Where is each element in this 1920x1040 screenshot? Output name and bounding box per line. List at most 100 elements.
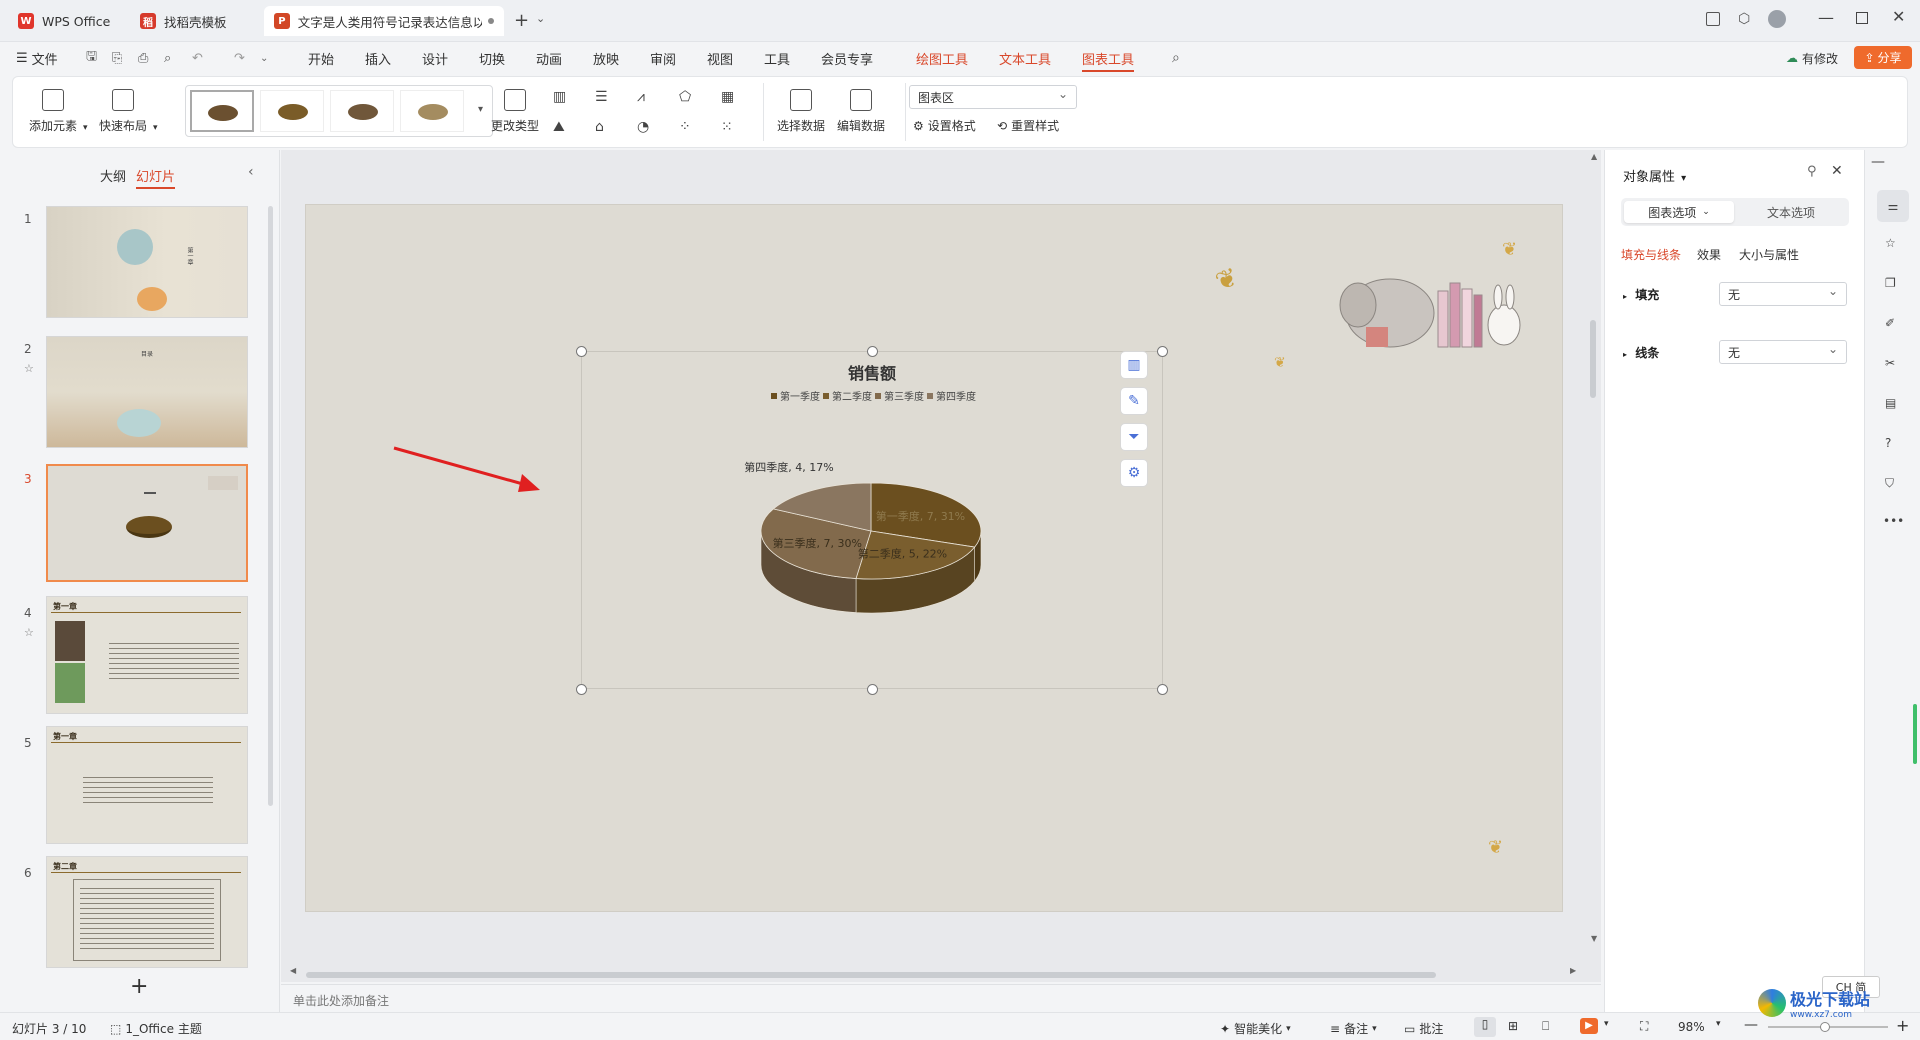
play-options-chevron-icon[interactable]: ▾ (1604, 1019, 1609, 1029)
undo-icon[interactable]: ↶ (192, 42, 203, 74)
minimize-icon[interactable]: — (1818, 8, 1834, 27)
menu-drawing-tools[interactable]: 绘图工具 (916, 42, 968, 74)
menu-chart-tools[interactable]: 图表工具 (1082, 42, 1135, 74)
cube-icon[interactable]: ⬡ (1738, 11, 1750, 27)
layout-icon[interactable] (1706, 12, 1720, 26)
quick-layout-button[interactable]: 快速布局 (99, 85, 147, 134)
zoom-slider-thumb[interactable] (1820, 1022, 1830, 1032)
vertical-scrollbar[interactable] (1590, 320, 1596, 398)
tab-document[interactable]: P 文字是人类用符号记录表达信息以 (264, 6, 504, 36)
close-pane-icon[interactable]: ✕ (1831, 163, 1843, 179)
data-label[interactable]: 第四季度, 4, 17% (744, 460, 833, 474)
set-format-button[interactable]: ⚙ 设置格式 (913, 117, 976, 134)
tab-chart-options[interactable]: 图表选项 ⌄ (1624, 201, 1734, 223)
more-icon[interactable]: ••• (1883, 514, 1904, 528)
data-label[interactable]: 第一季度, 7, 31% (876, 509, 965, 523)
select-data-button[interactable]: 选择数据 (777, 85, 825, 134)
bubble-chart-icon[interactable]: ⁙ (721, 119, 739, 135)
play-slideshow-icon[interactable]: ▶ (1580, 1018, 1598, 1034)
stock-chart-icon[interactable]: ⌂ (595, 119, 613, 135)
menu-member[interactable]: 会员专享 (821, 42, 873, 74)
redo-icon[interactable]: ↷ (234, 42, 245, 74)
slide-thumb-5[interactable]: 第一章 (46, 726, 248, 844)
tab-slides[interactable]: 幻灯片 (136, 166, 176, 189)
menu-animation[interactable]: 动画 (536, 42, 562, 74)
menu-home[interactable]: 开始 (308, 42, 334, 74)
save-icon[interactable]: 🖫 (86, 42, 97, 74)
legend-entry[interactable]: 第二季度 (832, 390, 872, 403)
scroll-down-icon[interactable]: ▼ (1591, 934, 1597, 943)
notes-pane[interactable]: 单击此处添加备注 (281, 984, 1601, 1012)
slide-thumb-1[interactable]: 第一章 (46, 206, 248, 318)
print-preview-icon[interactable]: ⌕ (164, 42, 171, 74)
tools-icon[interactable]: ✂ (1885, 356, 1895, 370)
subtab-fill-line[interactable]: 填充与线条 (1621, 246, 1681, 263)
collapse-pane-icon[interactable]: ‹ (248, 164, 254, 180)
star-icon[interactable]: ☆ (24, 626, 34, 639)
print-icon[interactable]: ⎙ (138, 42, 148, 74)
reset-style-button[interactable]: ⟲ 重置样式 (997, 117, 1059, 134)
chart-element-select[interactable]: 图表区 (909, 85, 1077, 109)
zoom-in-icon[interactable]: + (1896, 1016, 1909, 1035)
chart-filter-button[interactable]: ⏷ (1120, 423, 1148, 451)
restore-icon[interactable] (1856, 12, 1868, 24)
pin-icon[interactable]: ⚲ (1807, 164, 1817, 179)
side-scroll-indicator[interactable] (1913, 704, 1917, 764)
zoom-out-icon[interactable]: — (1744, 1017, 1758, 1033)
menu-text-tools[interactable]: 文本工具 (999, 42, 1051, 74)
export-icon[interactable]: ⎘ (112, 42, 122, 74)
menu-tools[interactable]: 工具 (764, 42, 790, 74)
tab-list-chevron-icon[interactable]: ⌄ (536, 12, 545, 25)
chart-style-1[interactable] (190, 90, 254, 132)
avatar[interactable] (1768, 10, 1786, 28)
data-label[interactable]: 第三季度, 7, 30% (773, 536, 862, 550)
add-slide-button[interactable]: + (130, 974, 148, 999)
radar-chart-icon[interactable]: ⬠ (679, 89, 697, 105)
notes-toggle-button[interactable]: ≡ 备注 ▾ (1330, 1020, 1377, 1037)
pie-chart-icon[interactable]: ◔ (637, 119, 655, 135)
pane-title[interactable]: 对象属性 ▾ (1623, 166, 1686, 185)
sorter-view-icon[interactable]: ⊞ (1508, 1019, 1518, 1033)
area-chart-icon[interactable]: ⛰ (553, 119, 571, 135)
scroll-left-icon[interactable]: ◀ (290, 966, 296, 975)
chart-style-2[interactable] (260, 90, 324, 132)
file-menu[interactable]: ☰ 文件 (16, 42, 58, 74)
legend-entry[interactable]: 第三季度 (884, 390, 924, 403)
line-select[interactable]: 无 (1719, 340, 1847, 364)
edit-data-button[interactable]: 编辑数据 (837, 85, 885, 134)
help-icon[interactable]: ? (1885, 436, 1891, 450)
tab-outline[interactable]: 大纲 (100, 166, 126, 185)
tab-template[interactable]: 稻 找稻壳模板 (130, 6, 258, 36)
star-icon[interactable]: ☆ (24, 362, 34, 375)
menu-review[interactable]: 审阅 (650, 42, 676, 74)
legend-entry[interactable]: 第四季度 (936, 390, 976, 403)
menu-view[interactable]: 视图 (707, 42, 733, 74)
scatter-chart-icon[interactable]: ⁘ (679, 119, 697, 135)
subtab-effect[interactable]: 效果 (1697, 246, 1721, 263)
bar-chart-icon[interactable]: ☰ (595, 89, 613, 105)
change-type-button[interactable]: 更改类型 (491, 85, 539, 134)
line-chart-icon[interactable]: ⩘ (637, 89, 655, 105)
legend-entry[interactable]: 第一季度 (780, 390, 820, 403)
tab-text-options[interactable]: 文本选项 (1737, 201, 1845, 223)
properties-icon[interactable]: ⚌ (1877, 190, 1909, 222)
chart-title[interactable]: 销售额 (848, 364, 896, 383)
horizontal-scrollbar[interactable] (306, 972, 1436, 978)
minus-icon[interactable]: — (1871, 154, 1885, 170)
gallery-more-chevron-icon[interactable]: ▾ (478, 104, 483, 115)
chart-legend[interactable]: 第一季度 第二季度 第三季度 第四季度 (771, 390, 976, 403)
more-chevron-icon[interactable]: ⌄ (260, 42, 268, 74)
chart-elements-button[interactable]: ▥ (1120, 351, 1148, 379)
normal-view-icon[interactable]: ▯ (1474, 1017, 1496, 1037)
zoom-level[interactable]: 98% (1678, 1020, 1705, 1034)
fill-select[interactable]: 无 (1719, 282, 1847, 306)
table-chart-icon[interactable]: ▦ (721, 89, 739, 105)
menu-transition[interactable]: 切换 (479, 42, 505, 74)
pie-chart[interactable]: 销售额 第一季度 第二季度 第三季度 第四季度 第一季度, 7, 31% 第二季度, 5… (581, 351, 1163, 689)
subtab-size-properties[interactable]: 大小与属性 (1739, 246, 1799, 263)
zoom-chevron-icon[interactable]: ▾ (1716, 1019, 1721, 1029)
theme-indicator[interactable]: ⬚ 1_Office 主题 (110, 1020, 202, 1037)
has-changes-button[interactable]: ☁ 有修改 (1786, 42, 1838, 74)
slide-thumb-6[interactable]: 第二章 (46, 856, 248, 968)
menu-slideshow[interactable]: 放映 (593, 42, 619, 74)
